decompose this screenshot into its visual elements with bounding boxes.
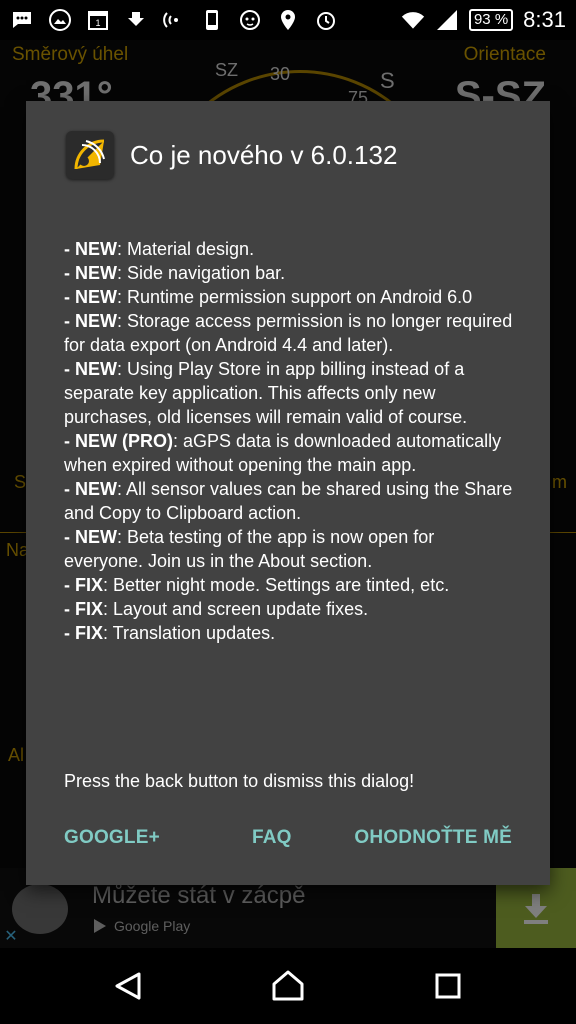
change-item: - FIX: Translation updates.	[64, 621, 514, 645]
change-item: - FIX: Better night mode. Settings are t…	[64, 573, 514, 597]
phone-icon	[200, 8, 224, 32]
status-right: 93 % 8:31	[401, 7, 566, 33]
download-icon	[124, 8, 148, 32]
changelog: - NEW: Material design. - NEW: Side navi…	[64, 237, 514, 645]
change-tag: - FIX	[64, 599, 103, 619]
change-item: - NEW: Side navigation bar.	[64, 261, 514, 285]
signal-broadcast-icon	[162, 8, 186, 32]
change-item: - NEW: Using Play Store in app billing i…	[64, 357, 514, 429]
change-item: - NEW (PRO): aGPS data is downloaded aut…	[64, 429, 514, 477]
change-text: : Side navigation bar.	[117, 263, 286, 283]
change-text: : Translation updates.	[103, 623, 276, 643]
change-text: : All sensor values can be shared using …	[64, 479, 513, 523]
change-text: : Beta testing of the app is now open fo…	[64, 527, 435, 571]
change-tag: - NEW	[64, 263, 117, 283]
recents-icon	[435, 973, 461, 999]
whats-new-dialog: Co je nového v 6.0.132 - NEW: Material d…	[26, 101, 550, 885]
change-text: : Layout and screen update fixes.	[103, 599, 369, 619]
change-item: - NEW: Beta testing of the app is now op…	[64, 525, 514, 573]
change-tag: - FIX	[64, 623, 103, 643]
change-tag: - FIX	[64, 575, 103, 595]
change-text: : Runtime permission support on Android …	[117, 287, 473, 307]
change-item: - FIX: Layout and screen update fixes.	[64, 597, 514, 621]
status-bar: 1 93 % 8:31	[0, 0, 576, 40]
recents-button[interactable]	[428, 966, 468, 1006]
notification-icons: 1	[10, 8, 338, 32]
change-tag: - NEW	[64, 239, 117, 259]
dialog-actions: GOOGLE+ FAQ OHODNOŤTE MĚ	[26, 827, 550, 857]
dialog-header: Co je nového v 6.0.132	[66, 131, 397, 179]
clock: 8:31	[523, 7, 566, 32]
change-item: - NEW: Runtime permission support on And…	[64, 285, 514, 309]
rate-app-button[interactable]: OHODNOŤTE MĚ	[354, 827, 512, 849]
svg-text:1: 1	[95, 18, 100, 28]
change-item: - NEW: All sensor values can be shared u…	[64, 477, 514, 525]
calendar-icon: 1	[86, 8, 110, 32]
home-icon	[272, 970, 304, 1001]
home-button[interactable]	[268, 966, 308, 1006]
wifi-icon	[401, 8, 425, 32]
message-icon	[10, 8, 34, 32]
navigation-bar	[0, 948, 576, 1024]
faq-button[interactable]: FAQ	[252, 827, 292, 849]
dismiss-hint: Press the back button to dismiss this di…	[64, 771, 415, 791]
change-tag: - NEW (PRO)	[64, 431, 173, 451]
app-icon	[66, 131, 114, 179]
change-tag: - NEW	[64, 359, 117, 379]
battery-indicator: 93 %	[468, 9, 514, 31]
change-tag: - NEW	[64, 287, 117, 307]
change-tag: - NEW	[64, 311, 117, 331]
back-icon	[115, 972, 141, 1000]
alarm-icon	[314, 8, 338, 32]
change-item: - NEW: Storage access permission is no l…	[64, 309, 514, 357]
change-text: : Material design.	[117, 239, 255, 259]
dialog-title: Co je nového v 6.0.132	[130, 139, 398, 170]
change-text: : Storage access permission is no longer…	[64, 311, 513, 355]
change-item: - NEW: Material design.	[64, 237, 514, 261]
google-plus-button[interactable]: GOOGLE+	[64, 827, 160, 849]
lion-icon	[238, 8, 262, 32]
change-text: : Better night mode. Settings are tinted…	[103, 575, 450, 595]
change-tag: - NEW	[64, 479, 117, 499]
change-text: : Using Play Store in app billing instea…	[64, 359, 468, 427]
change-tag: - NEW	[64, 527, 117, 547]
location-icon	[276, 8, 300, 32]
cell-signal-icon	[435, 8, 459, 32]
back-button[interactable]	[108, 966, 148, 1006]
gallery-icon	[48, 8, 72, 32]
